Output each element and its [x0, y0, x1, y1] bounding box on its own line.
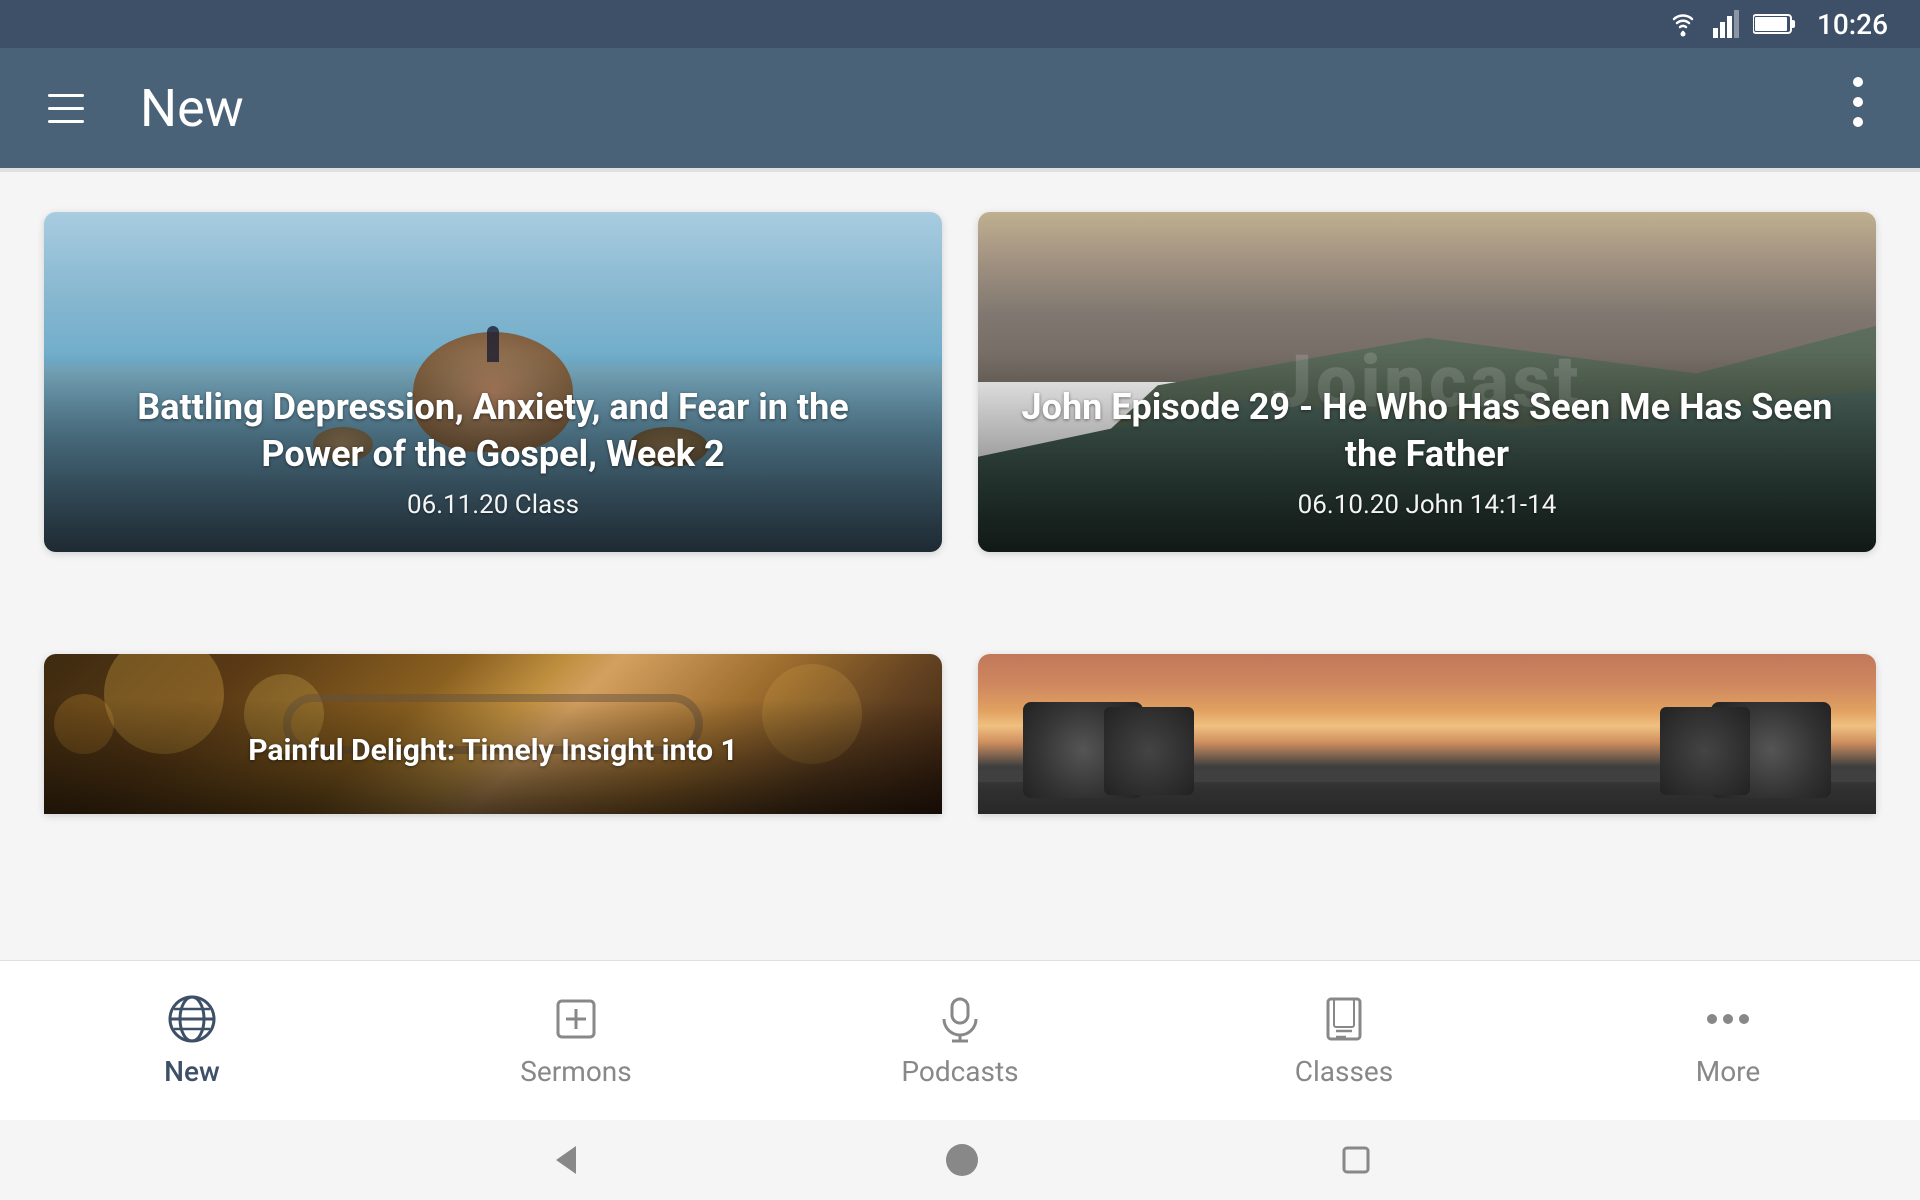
status-bar: 10:26 [0, 0, 1920, 48]
content-grid: Battling Depression, Anxiety, and Fear i… [0, 172, 1920, 920]
nav-item-more[interactable]: More [1536, 961, 1920, 1120]
card-2-overlay: John Episode 29 - He Who Has Seen Me Has… [978, 352, 1876, 552]
card-2-meta: 06.10.20 John 14:1-14 [1018, 490, 1836, 520]
classes-icon [1318, 993, 1370, 1045]
nav-label-new: New [164, 1055, 220, 1088]
home-button[interactable] [944, 1142, 980, 1178]
content-card-4[interactable] [978, 654, 1876, 814]
content-card-2[interactable]: Joincast John Episode 29 - He Who Has Se… [978, 212, 1876, 552]
more-dots-icon [1702, 993, 1754, 1045]
nav-item-classes[interactable]: Classes [1152, 961, 1536, 1120]
status-time: 10:26 [1817, 8, 1888, 41]
wifi-icon [1665, 10, 1701, 38]
nav-label-sermons: Sermons [520, 1055, 631, 1088]
nav-item-podcasts[interactable]: Podcasts [768, 961, 1152, 1120]
hamburger-menu-button[interactable] [40, 78, 100, 138]
nav-item-sermons[interactable]: Sermons [384, 961, 768, 1120]
overflow-menu-button[interactable] [1836, 66, 1880, 150]
nav-item-new[interactable]: New [0, 961, 384, 1120]
bottom-navigation: New Sermons Podcasts Classes [0, 960, 1920, 1120]
content-card-3[interactable]: Painful Delight: Timely Insight into 1 [44, 654, 942, 814]
card-3-overlay: Painful Delight: Timely Insight into 1 [44, 699, 942, 814]
globe-icon [166, 993, 218, 1045]
card-2-title: John Episode 29 - He Who Has Seen Me Has… [1018, 384, 1836, 478]
sermons-icon [550, 993, 602, 1045]
toolbar: New [0, 48, 1920, 168]
signal-icon [1713, 10, 1741, 38]
hamburger-line-3 [48, 120, 84, 123]
back-button[interactable] [548, 1142, 584, 1178]
battery-icon [1753, 12, 1797, 36]
status-icons: 10:26 [1665, 8, 1888, 41]
card-1-meta: 06.11.20 Class [84, 490, 902, 520]
card-4-background [978, 654, 1876, 814]
nav-label-classes: Classes [1295, 1055, 1393, 1088]
hamburger-line-1 [48, 94, 84, 97]
nav-label-podcasts: Podcasts [901, 1055, 1018, 1088]
card-1-overlay: Battling Depression, Anxiety, and Fear i… [44, 352, 942, 552]
microphone-icon [934, 993, 986, 1045]
system-navigation-bar [0, 1120, 1920, 1200]
content-card-1[interactable]: Battling Depression, Anxiety, and Fear i… [44, 212, 942, 552]
page-title: New [140, 78, 1836, 139]
recents-button[interactable] [1340, 1144, 1372, 1176]
card-3-title: Painful Delight: Timely Insight into 1 [84, 731, 902, 770]
card-1-title: Battling Depression, Anxiety, and Fear i… [84, 384, 902, 478]
nav-label-more: More [1696, 1055, 1761, 1088]
hamburger-line-2 [48, 107, 84, 110]
